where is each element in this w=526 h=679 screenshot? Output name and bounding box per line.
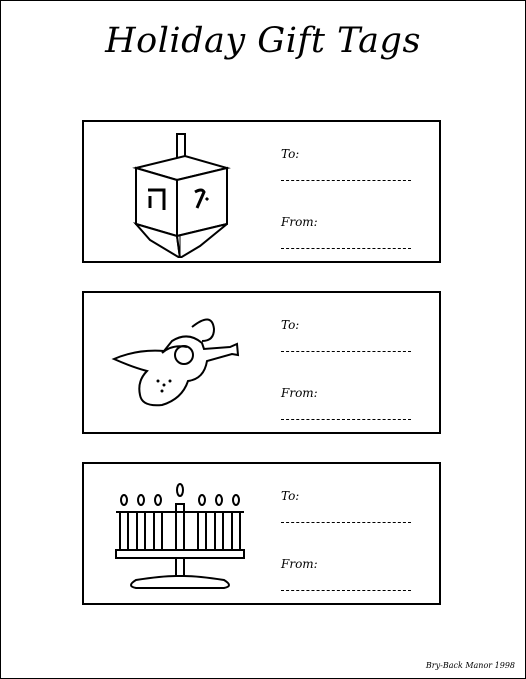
- menorah-image: [115, 483, 245, 589]
- from-line[interactable]: [281, 248, 411, 249]
- to-line[interactable]: [281, 180, 411, 181]
- from-label: From:: [281, 215, 318, 229]
- dreidel-image: [132, 133, 231, 258]
- gift-tag-angel: To: From:: [82, 291, 441, 434]
- to-line[interactable]: [281, 351, 411, 352]
- credit-text: Bry-Back Manor 1998: [425, 661, 515, 670]
- to-line[interactable]: [281, 522, 411, 523]
- gift-tag-menorah: To: From:: [82, 462, 441, 605]
- gift-tag-dreidel: To: From:: [82, 120, 441, 263]
- to-label: To:: [281, 489, 300, 503]
- from-line[interactable]: [281, 419, 411, 420]
- page-title: Holiday Gift Tags: [105, 21, 421, 61]
- from-label: From:: [281, 557, 318, 571]
- to-label: To:: [281, 147, 300, 161]
- gift-tag-sheet: Holiday Gift Tags To: From: To: From: To…: [0, 0, 526, 679]
- from-line[interactable]: [281, 590, 411, 591]
- from-label: From:: [281, 386, 318, 400]
- angel-image: [111, 318, 240, 407]
- to-label: To:: [281, 318, 300, 332]
